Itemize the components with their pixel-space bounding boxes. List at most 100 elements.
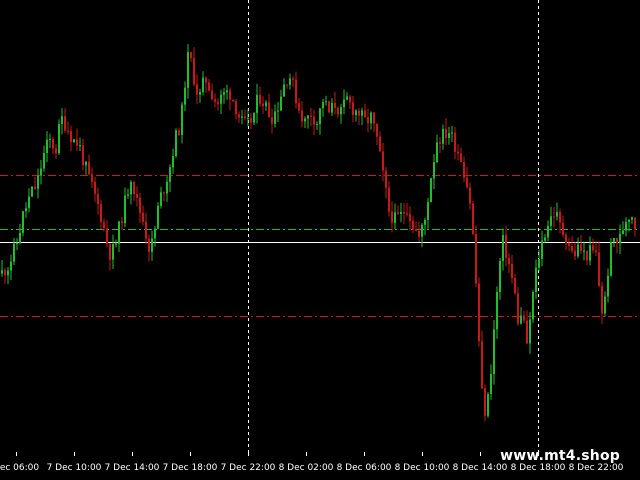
candle <box>61 108 63 135</box>
candle-body <box>382 151 384 171</box>
candle-body <box>568 243 570 246</box>
candle-body <box>463 161 465 178</box>
candle <box>568 237 570 252</box>
candle <box>433 154 435 190</box>
candle-body <box>145 221 147 239</box>
candle <box>70 125 72 152</box>
candle-body <box>349 96 351 103</box>
candle-body <box>532 292 534 320</box>
candle-body <box>442 128 444 144</box>
candle <box>481 330 483 390</box>
candle <box>541 230 543 267</box>
candle <box>76 128 78 152</box>
candle <box>250 113 252 130</box>
candle <box>601 281 603 324</box>
candle <box>346 92 348 101</box>
candle <box>73 138 75 143</box>
candle <box>622 221 624 235</box>
candle-body <box>295 79 297 104</box>
candle-body <box>628 219 630 222</box>
candle <box>475 225 477 288</box>
candle <box>157 202 159 230</box>
candle <box>595 240 597 257</box>
candle-body <box>274 111 276 124</box>
candle <box>352 95 354 123</box>
candle <box>472 200 474 236</box>
candle-body <box>190 52 192 58</box>
candle <box>457 144 459 161</box>
candle <box>256 83 258 124</box>
candle-body <box>604 296 606 314</box>
candle-body <box>487 393 489 416</box>
candle <box>268 93 270 118</box>
candle <box>13 237 15 265</box>
candle-body <box>580 244 582 252</box>
candle-body <box>241 116 243 118</box>
candle-body <box>571 245 573 251</box>
candle <box>550 206 552 231</box>
candle-body <box>385 170 387 188</box>
candle-body <box>280 96 282 111</box>
candle <box>577 237 579 259</box>
candle <box>16 238 18 251</box>
candle-body <box>448 133 450 138</box>
candle-body <box>214 99 216 102</box>
candle <box>49 133 51 149</box>
x-tick-label: 8 Dec 14:00 <box>453 463 508 473</box>
candle-body <box>538 258 540 268</box>
candle <box>82 138 84 171</box>
candle-body <box>286 84 288 86</box>
candle <box>337 106 339 118</box>
candle <box>169 164 171 193</box>
candle-body <box>157 205 159 229</box>
candle-body <box>28 196 30 209</box>
x-tick-label: 8 Dec 02:00 <box>279 463 334 473</box>
candle <box>610 238 612 277</box>
x-tick-label: 8 Dec 10:00 <box>395 463 450 473</box>
candle <box>466 166 468 189</box>
candle-body <box>625 221 627 231</box>
candle <box>175 128 177 158</box>
candle-body <box>505 235 507 258</box>
candle-body <box>43 153 45 169</box>
candle <box>397 205 399 215</box>
candle-body <box>361 110 363 116</box>
candle <box>1 260 3 277</box>
candle-body <box>445 128 447 138</box>
candle <box>598 241 600 288</box>
candle-body <box>277 110 279 112</box>
candle <box>262 96 264 114</box>
candle-body <box>91 174 93 182</box>
candle-body <box>88 161 90 175</box>
candle <box>64 108 66 133</box>
candle-body <box>151 238 153 252</box>
candle-body <box>103 222 105 229</box>
candle <box>136 186 138 207</box>
candle <box>364 103 366 118</box>
candle <box>196 74 198 105</box>
candle-body <box>430 178 432 203</box>
candle <box>505 225 507 267</box>
candle-body <box>529 319 531 344</box>
candle <box>109 242 111 271</box>
candle-body <box>502 235 504 262</box>
candle <box>487 392 489 418</box>
candle-body <box>622 230 624 234</box>
candle-body <box>139 197 141 213</box>
candle-body <box>73 139 75 143</box>
candle <box>382 143 384 182</box>
candle-body <box>283 84 285 97</box>
candle-body <box>475 233 477 284</box>
candle-body <box>586 250 588 261</box>
candle-body <box>541 240 543 259</box>
candle <box>127 188 129 199</box>
candle <box>340 103 342 124</box>
candle <box>217 98 219 111</box>
candle <box>532 290 534 324</box>
candle-body <box>490 374 492 394</box>
candle <box>463 156 465 183</box>
candle-body <box>175 130 177 156</box>
candle-body <box>562 222 564 235</box>
candle-body <box>310 115 312 117</box>
candle <box>436 134 438 164</box>
